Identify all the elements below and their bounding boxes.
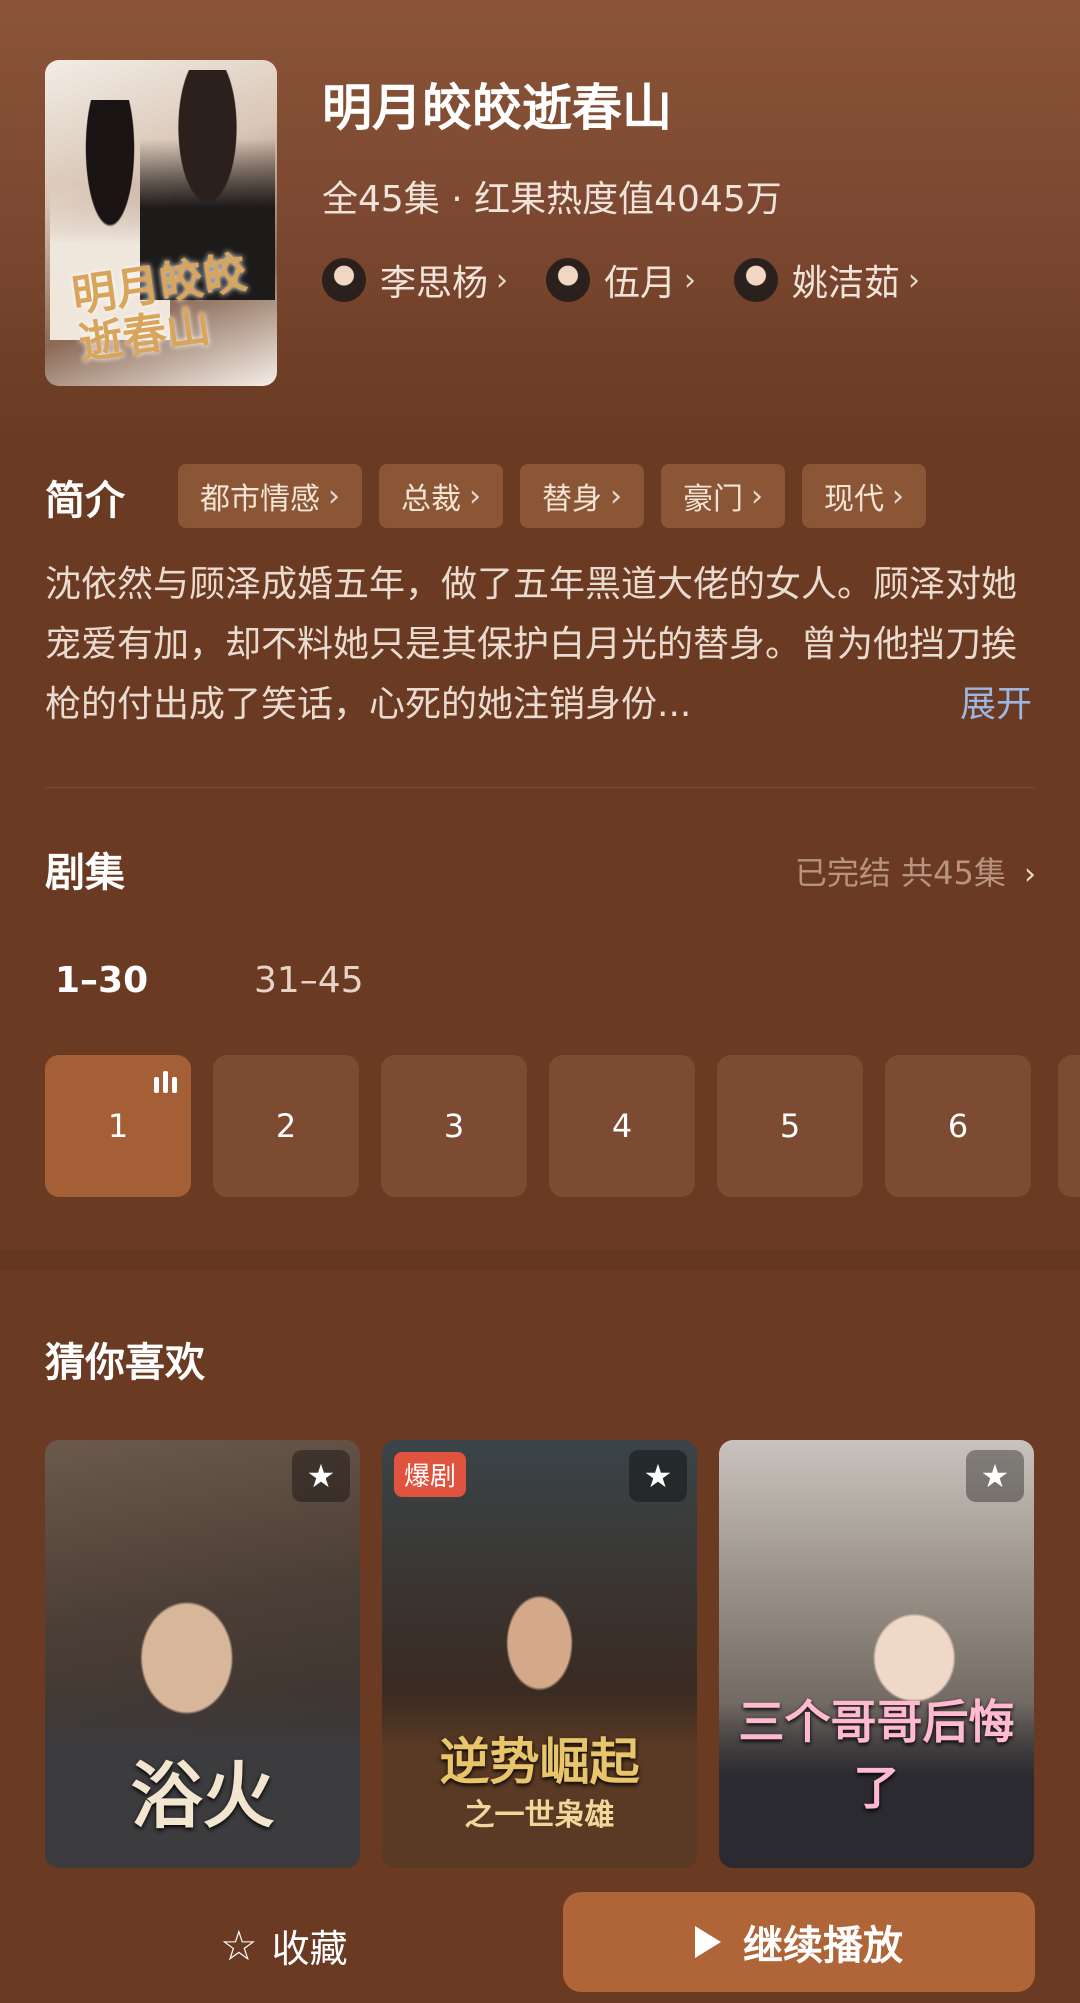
episodes-heading: 剧集 xyxy=(45,850,125,896)
tag-chip[interactable]: 都市情感 › xyxy=(178,464,362,528)
actor-list: 李思杨 › 伍月 › 姚洁茹 › xyxy=(322,254,920,306)
chevron-right-icon: › xyxy=(684,262,697,298)
episode-grid: 1 2 3 4 5 6 xyxy=(45,1055,1031,1197)
star-icon[interactable]: ★ xyxy=(629,1450,687,1502)
show-meta: 全45集 · 红果热度值4045万 xyxy=(322,179,782,220)
divider xyxy=(45,787,1035,788)
hot-badge: 爆剧 xyxy=(394,1452,467,1497)
chevron-right-icon: › xyxy=(892,478,904,514)
star-icon[interactable]: ★ xyxy=(292,1450,350,1502)
chevron-right-icon: › xyxy=(908,262,921,298)
tag-label: 替身 xyxy=(542,482,602,517)
expand-link[interactable]: 展开 xyxy=(960,675,1032,727)
tag-chip[interactable]: 替身 › xyxy=(520,464,644,528)
tag-chip[interactable]: 现代 › xyxy=(802,464,926,528)
actor-link[interactable]: 李思杨 › xyxy=(322,254,508,306)
episode-number: 1 xyxy=(107,1107,129,1145)
card-title-art: 逆势崛起 xyxy=(439,1732,640,1791)
actor-name: 姚洁茹 xyxy=(792,263,901,304)
episode-number: 2 xyxy=(275,1107,297,1145)
tag-label: 都市情感 xyxy=(200,482,320,517)
playing-icon xyxy=(154,1071,177,1093)
card-subtitle-art: 之一世枭雄 xyxy=(464,1798,615,1833)
card-title-art: 浴火 xyxy=(130,1753,275,1838)
episode-button[interactable]: 5 xyxy=(717,1055,863,1197)
episode-button-active[interactable]: 1 xyxy=(45,1055,191,1197)
episode-button[interactable]: 2 xyxy=(213,1055,359,1197)
show-title: 明月皎皎逝春山 xyxy=(322,79,672,137)
chevron-right-icon: › xyxy=(610,478,622,514)
episode-button[interactable]: 6 xyxy=(885,1055,1031,1197)
tag-label: 豪门 xyxy=(683,482,743,517)
chevron-right-icon: › xyxy=(469,478,481,514)
tag-chip[interactable]: 总裁 › xyxy=(379,464,503,528)
actor-link[interactable]: 姚洁茹 › xyxy=(734,254,920,306)
episodes-status: 已完结 共45集 xyxy=(794,854,1006,892)
favorite-button[interactable]: ☆ 收藏 xyxy=(220,1918,348,1973)
avatar xyxy=(322,258,366,302)
continue-play-label: 继续播放 xyxy=(743,1923,903,1969)
tag-list: 都市情感 › 总裁 › 替身 › 豪门 › 现代 › xyxy=(178,464,926,528)
avatar xyxy=(734,258,779,302)
episode-number: 4 xyxy=(611,1107,633,1145)
chevron-right-icon: › xyxy=(496,262,509,298)
actor-name: 伍月 xyxy=(604,263,677,304)
play-icon xyxy=(695,1926,721,1958)
chevron-right-icon: › xyxy=(751,478,763,514)
actor-link[interactable]: 伍月 › xyxy=(546,254,696,306)
intro-heading: 简介 xyxy=(45,478,125,524)
tag-label: 总裁 xyxy=(401,482,461,517)
synopsis-text: 沈依然与顾泽成婚五年，做了五年黑道大佬的女人。顾泽对她宠爱有加，却不料她只是其保… xyxy=(45,564,1018,725)
tag-label: 现代 xyxy=(824,482,884,517)
tag-chip[interactable]: 豪门 › xyxy=(661,464,785,528)
episodes-status-link[interactable]: 已完结 共45集 › xyxy=(795,848,1036,894)
continue-play-button[interactable]: 继续播放 xyxy=(563,1892,1035,1992)
episode-button-peek[interactable] xyxy=(1058,1055,1080,1197)
recommend-heading: 猜你喜欢 xyxy=(45,1340,205,1386)
star-outline-icon: ☆ xyxy=(220,1921,258,1970)
show-poster[interactable]: 明月皎皎逝春山 xyxy=(45,60,277,386)
star-icon[interactable]: ★ xyxy=(966,1450,1024,1502)
episode-number: 3 xyxy=(443,1107,465,1145)
recommend-card[interactable]: ★ 浴火 xyxy=(45,1440,360,1868)
range-tab[interactable]: 31–45 xyxy=(254,960,364,1001)
avatar xyxy=(546,258,591,302)
recommend-card[interactable]: ★ 三个哥哥后悔了 xyxy=(719,1440,1034,1868)
chevron-right-icon: › xyxy=(328,478,340,514)
card-title-art: 三个哥哥后悔了 xyxy=(738,1695,1015,1815)
episode-button[interactable]: 3 xyxy=(381,1055,527,1197)
episode-number: 5 xyxy=(779,1107,801,1145)
recommend-card[interactable]: 爆剧 ★ 逆势崛起 之一世枭雄 xyxy=(382,1440,697,1868)
favorite-label: 收藏 xyxy=(271,1927,348,1971)
episode-button[interactable]: 4 xyxy=(549,1055,695,1197)
section-separator xyxy=(0,1250,1080,1270)
actor-name: 李思杨 xyxy=(380,263,489,304)
chevron-right-icon: › xyxy=(1024,857,1036,892)
episode-number: 6 xyxy=(947,1107,969,1145)
recommend-list: ★ 浴火 爆剧 ★ 逆势崛起 之一世枭雄 ★ 三个哥哥后悔了 xyxy=(45,1440,1034,1868)
range-tab-active[interactable]: 1–30 xyxy=(55,960,148,1001)
